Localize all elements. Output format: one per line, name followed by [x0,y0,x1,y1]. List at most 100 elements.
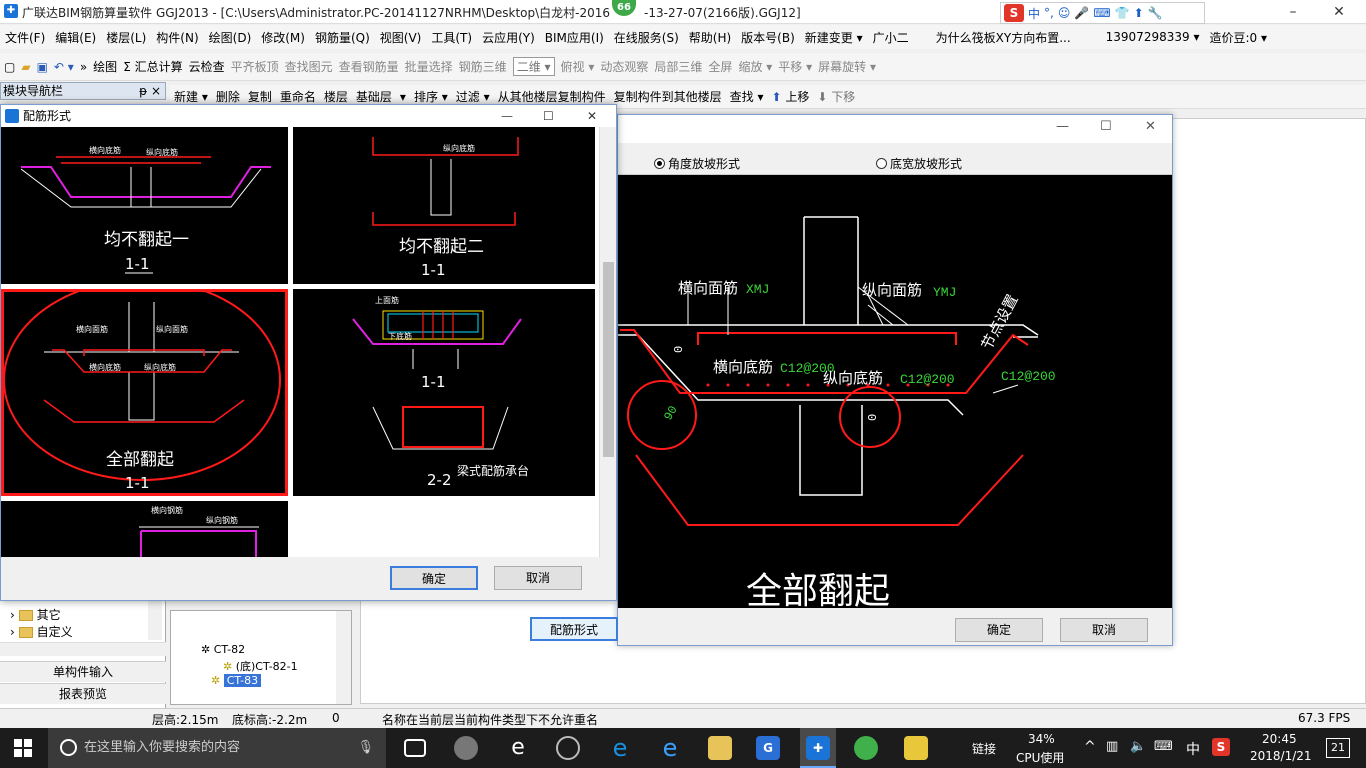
tray-link[interactable]: 链接 [972,740,996,757]
new-file-icon[interactable]: ▢ [4,60,15,74]
menu-help[interactable]: 帮助(H) [684,29,736,46]
menu-view[interactable]: 视图(V) [375,29,427,46]
summary-calc-button[interactable]: Σ 汇总计算 [123,58,182,75]
ime-punct[interactable]: °, [1044,6,1054,20]
menu-new-change[interactable]: 新建变更 ▾ [800,29,868,46]
form-option-no-bend-1[interactable]: 横向底筋 纵向底筋 均不翻起一 1-1 [1,127,288,284]
zoom-button[interactable]: 缩放 ▾ [738,58,772,75]
scroll-thumb[interactable] [603,262,614,457]
close-icon[interactable]: ✕ [1145,119,1156,134]
ok-button[interactable]: 确定 [390,566,478,590]
floor-select[interactable]: 基础层 [356,88,392,105]
radio-bottom-width-slope[interactable]: 底宽放坡形式 [876,155,962,172]
cloud-check-button[interactable]: 云检查 [189,58,225,75]
menu-modify[interactable]: 修改(M) [256,29,310,46]
minimize-icon[interactable]: — [1056,119,1069,134]
menu-assistant[interactable]: 广小二 [868,29,914,46]
cancel-button[interactable]: 取消 [494,566,582,590]
ime-toolbar[interactable]: S 中 °, ☺ 🎤 ⌨ 👕 ⬆ 🔧 [1000,2,1205,24]
settings-icon[interactable]: 🔧 [1148,6,1163,20]
tree-item-other[interactable]: › 其它 [10,606,61,623]
open-icon[interactable]: ▰ [21,60,30,74]
undo-icon[interactable]: ↶ ▾ [54,60,74,74]
mic-icon[interactable]: 🎤 [1074,6,1089,20]
menu-rebar[interactable]: 钢筋量(Q) [310,29,375,46]
sort-button[interactable]: 排序 ▾ [414,88,448,105]
batch-select-button[interactable]: 批量选择 [405,58,453,75]
tray-chevron-icon[interactable]: ^ [1084,739,1096,755]
report-preview-button[interactable]: 报表预览 [0,683,166,704]
save-icon[interactable]: ▣ [37,60,48,74]
app-swirl-icon[interactable] [556,736,580,760]
move-down-button[interactable]: ⬇ 下移 [817,88,855,105]
glodon-app-icon[interactable]: G [756,736,780,760]
find-element-button[interactable]: 查找图元 [285,58,333,75]
taskbar-search[interactable]: 在这里输入你要搜索的内容 🎙 [48,728,386,768]
move-up-button[interactable]: ⬆ 上移 [772,88,810,105]
maximize-icon[interactable]: ☐ [543,105,554,127]
minimize-button[interactable]: – [1270,0,1316,24]
close-icon[interactable]: ✕ [587,105,597,127]
task-view-icon[interactable] [404,739,426,757]
radio-angle-slope[interactable]: 角度放坡形式 [654,155,740,172]
menu-coins[interactable]: 造价豆:0 ▾ [1204,29,1272,46]
minimize-icon[interactable]: — [501,105,513,127]
menu-bim[interactable]: BIM应用(I) [540,29,609,46]
view-mode-select[interactable]: 二维 ▾ [512,57,555,76]
tree-scrollbar[interactable] [148,600,162,640]
notes-app-icon[interactable] [904,736,928,760]
copy-from-floor-button[interactable]: 从其他楼层复制构件 [498,88,606,105]
new-component-button[interactable]: 新建 ▾ [174,88,208,105]
network-icon[interactable]: ▥ [1106,739,1118,754]
find-button[interactable]: 查找 ▾ [730,88,764,105]
emoji-icon[interactable]: ☺ [1058,6,1071,20]
rebar-form-button[interactable]: 配筋形式 [530,617,618,641]
clock-time[interactable]: 20:45 [1262,732,1297,746]
pin-close-icon[interactable]: ᵽ × [139,83,161,99]
top-view-button[interactable]: 俯视 ▾ [561,58,595,75]
mic-icon[interactable]: 🎙 [357,728,374,768]
draw-button[interactable]: 绘图 [93,58,117,75]
menu-cloud[interactable]: 云应用(Y) [477,29,540,46]
grid-scrollbar[interactable] [599,127,616,557]
view-rebar-qty-button[interactable]: 查看钢筋量 [339,58,399,75]
sogou-tray-icon[interactable]: S [1212,738,1230,756]
ok-button[interactable]: 确定 [955,618,1043,642]
copy-to-floor-button[interactable]: 复制构件到其他楼层 [614,88,722,105]
menu-account[interactable]: 13907298339 ▾ [1076,30,1205,44]
orbit-button[interactable]: 动态观察 [600,58,648,75]
list-item[interactable]: ✲ (底)CT-82-1 [223,658,298,674]
menu-file[interactable]: 文件(F) [0,29,50,46]
menu-component[interactable]: 构件(N) [151,29,203,46]
menu-online[interactable]: 在线服务(S) [609,29,684,46]
keyboard-icon[interactable]: ⌨ [1154,739,1173,754]
notification-center-icon[interactable]: 21 [1326,738,1350,758]
upload-icon[interactable]: ⬆ [1134,6,1144,20]
list-item[interactable]: ✲ CT-82 [201,643,245,656]
ie-old-icon[interactable]: e [506,736,530,760]
menu-tools[interactable]: 工具(T) [426,29,477,46]
filter-button[interactable]: 过滤 ▾ [456,88,490,105]
edge-icon[interactable]: e [608,736,632,760]
windows-start-icon[interactable] [14,739,32,757]
rebar-3d-button[interactable]: 钢筋三维 [459,58,507,75]
fan-app-icon[interactable] [454,736,478,760]
tree-hscrollbar[interactable] [0,642,166,656]
ie-icon[interactable]: e [658,736,682,760]
rename-button[interactable]: 重命名 [280,88,316,105]
cancel-button[interactable]: 取消 [1060,618,1148,642]
align-slab-top-button[interactable]: 平齐板顶 [231,58,279,75]
volume-icon[interactable]: 🔈 [1130,739,1146,754]
single-component-input-button[interactable]: 单构件输入 [0,661,166,682]
more-icon[interactable]: » [80,60,87,74]
skin-icon[interactable]: 👕 [1115,6,1130,20]
menu-floor[interactable]: 楼层(L) [101,29,151,46]
list-item-selected[interactable]: ✲ CT-83 [211,674,262,687]
local-3d-button[interactable]: 局部三维 [654,58,702,75]
menu-draw[interactable]: 绘图(D) [204,29,257,46]
form-option-no-bend-2[interactable]: 纵向底筋 均不翻起二 1-1 [293,127,595,284]
floor-select-arrow[interactable]: ▾ [400,90,406,104]
copy-button[interactable]: 复制 [248,88,272,105]
menu-faq-link[interactable]: 为什么筏板XY方向布置... [914,29,1076,46]
active-app-icon[interactable]: ✚ [800,728,836,768]
